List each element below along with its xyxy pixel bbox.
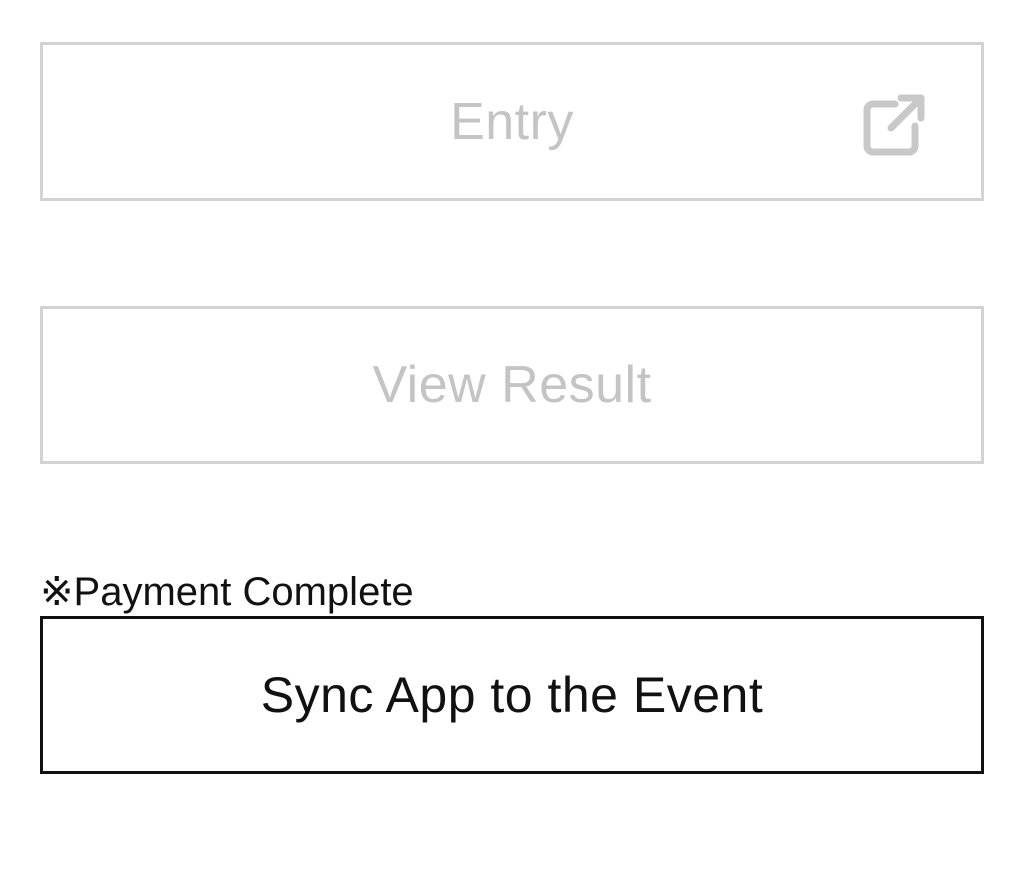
entry-button[interactable]: Entry (40, 42, 984, 201)
sync-app-button[interactable]: Sync App to the Event (40, 616, 984, 774)
sync-app-button-label: Sync App to the Event (260, 667, 764, 723)
entry-button-label: Entry (450, 92, 574, 151)
payment-status-note: ※Payment Complete (40, 570, 414, 614)
view-result-button[interactable]: View Result (40, 306, 984, 464)
external-link-icon (863, 94, 925, 156)
view-result-button-label: View Result (372, 356, 652, 414)
